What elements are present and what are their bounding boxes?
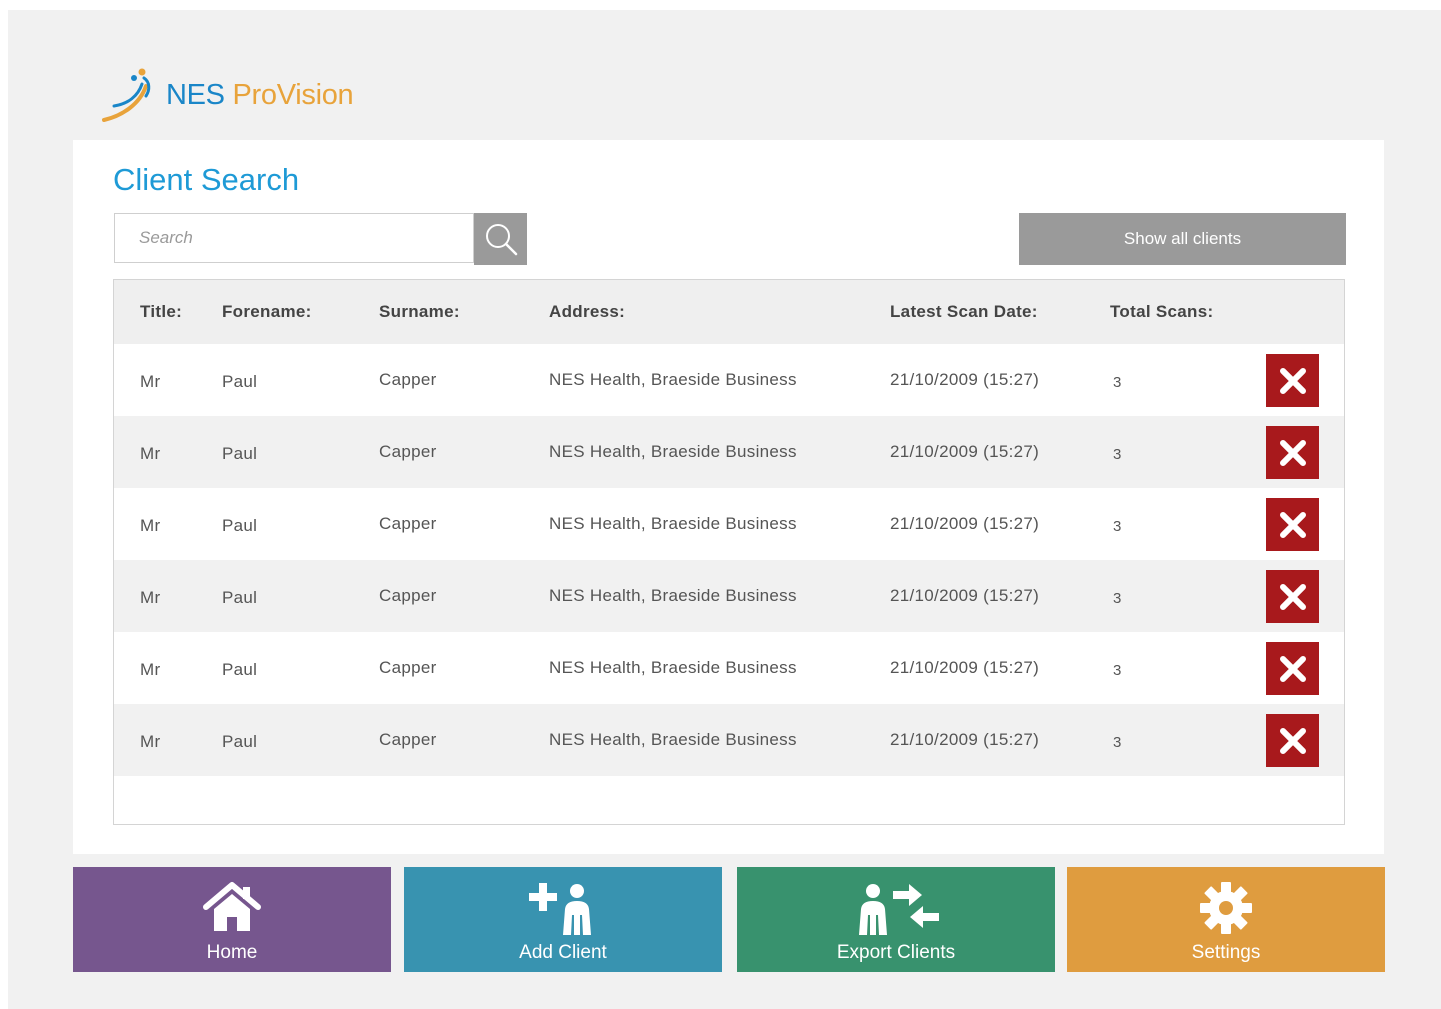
delete-client-button[interactable]: [1266, 426, 1319, 479]
header-address: Address:: [549, 302, 626, 321]
cell-title: Mr: [140, 516, 161, 535]
header-surname: Surname:: [379, 302, 460, 321]
delete-client-button[interactable]: [1266, 714, 1319, 767]
cell-address: NES Health, Braeside Business: [549, 442, 797, 461]
nav-add-client-tile[interactable]: Add Client: [404, 867, 722, 972]
nav-export-clients-tile[interactable]: Export Clients: [737, 867, 1055, 972]
delete-x-icon: [1279, 367, 1306, 394]
cell-total-scans: 3: [1113, 590, 1122, 607]
cell-latest-scan: 21/10/2009 (15:27): [890, 514, 1040, 533]
search-icon: [485, 224, 517, 256]
cell-latest-scan: 21/10/2009 (15:27): [890, 442, 1040, 461]
header-forename: Forename:: [222, 302, 312, 321]
cell-title: Mr: [140, 732, 161, 751]
cell-total-scans: 3: [1113, 662, 1122, 679]
cell-surname: Capper: [379, 586, 437, 605]
brand-logo: NES ProVision: [100, 66, 354, 124]
cell-address: NES Health, Braeside Business: [549, 370, 797, 389]
cell-forename: Paul: [222, 372, 258, 391]
nav-home-label: Home: [206, 942, 258, 963]
cell-total-scans: 3: [1113, 734, 1122, 751]
delete-client-button[interactable]: [1266, 354, 1319, 407]
client-table: Title: Forename: Surname: Address: Lates…: [113, 279, 1345, 825]
page-title: Client Search: [113, 162, 300, 197]
delete-client-button[interactable]: [1266, 498, 1319, 551]
nav-export-clients-label: Export Clients: [836, 942, 956, 963]
table-row[interactable]: Mr Paul Capper NES Health, Braeside Busi…: [114, 704, 1344, 776]
cell-address: NES Health, Braeside Business: [549, 586, 797, 605]
cell-total-scans: 3: [1113, 446, 1122, 463]
header-title: Title:: [140, 302, 183, 321]
search-input[interactable]: [115, 214, 473, 262]
cell-latest-scan: 21/10/2009 (15:27): [890, 586, 1040, 605]
delete-x-icon: [1279, 727, 1306, 754]
cell-address: NES Health, Braeside Business: [549, 514, 797, 533]
delete-x-icon: [1279, 511, 1306, 538]
cell-latest-scan: 21/10/2009 (15:27): [890, 730, 1040, 749]
header-total-scans: Total Scans:: [1110, 302, 1214, 321]
cell-forename: Paul: [222, 588, 258, 607]
delete-x-icon: [1279, 655, 1306, 682]
client-search-panel: Client Search Show all clients Title: Fo…: [73, 140, 1384, 854]
add-person-icon: [529, 883, 591, 935]
table-row[interactable]: Mr Paul Capper NES Health, Braeside Busi…: [114, 488, 1344, 560]
cell-forename: Paul: [222, 516, 258, 535]
delete-client-button[interactable]: [1266, 642, 1319, 695]
cell-forename: Paul: [222, 444, 258, 463]
cell-surname: Capper: [379, 442, 437, 461]
logo-swoosh-icon: [102, 68, 151, 122]
brand-name-provision: ProVision: [232, 78, 354, 111]
table-row[interactable]: Mr Paul Capper NES Health, Braeside Busi…: [114, 632, 1344, 704]
export-person-icon: [859, 884, 939, 935]
show-all-clients-button[interactable]: Show all clients: [1019, 213, 1346, 265]
gear-icon: [1200, 882, 1252, 934]
delete-x-icon: [1279, 583, 1306, 610]
cell-surname: Capper: [379, 730, 437, 749]
cell-title: Mr: [140, 588, 161, 607]
delete-x-icon: [1279, 439, 1306, 466]
nav-settings-label: Settings: [1191, 942, 1261, 963]
search-box: [114, 213, 474, 263]
cell-surname: Capper: [379, 514, 437, 533]
cell-address: NES Health, Braeside Business: [549, 730, 797, 749]
cell-title: Mr: [140, 660, 161, 679]
cell-total-scans: 3: [1113, 374, 1122, 391]
search-button[interactable]: [474, 213, 527, 265]
cell-forename: Paul: [222, 660, 258, 679]
table-header: Title: Forename: Surname: Address: Lates…: [114, 280, 1344, 344]
cell-latest-scan: 21/10/2009 (15:27): [890, 370, 1040, 389]
cell-latest-scan: 21/10/2009 (15:27): [890, 658, 1040, 677]
cell-title: Mr: [140, 444, 161, 463]
header-latest-scan-date: Latest Scan Date:: [890, 302, 1038, 321]
cell-address: NES Health, Braeside Business: [549, 658, 797, 677]
table-row[interactable]: Mr Paul Capper NES Health, Braeside Busi…: [114, 560, 1344, 632]
cell-surname: Capper: [379, 658, 437, 677]
table-row[interactable]: Mr Paul Capper NES Health, Braeside Busi…: [114, 344, 1344, 416]
nav-settings-tile[interactable]: Settings: [1067, 867, 1385, 972]
brand-name: NES ProVision: [166, 78, 354, 112]
home-icon: [203, 882, 261, 931]
brand-name-nes: NES: [166, 78, 225, 111]
cell-total-scans: 3: [1113, 518, 1122, 535]
cell-surname: Capper: [379, 370, 437, 389]
delete-client-button[interactable]: [1266, 570, 1319, 623]
table-row[interactable]: Mr Paul Capper NES Health, Braeside Busi…: [114, 416, 1344, 488]
nav-home-tile[interactable]: Home: [73, 867, 391, 972]
nav-add-client-label: Add Client: [519, 942, 607, 963]
cell-title: Mr: [140, 372, 161, 391]
cell-forename: Paul: [222, 732, 258, 751]
